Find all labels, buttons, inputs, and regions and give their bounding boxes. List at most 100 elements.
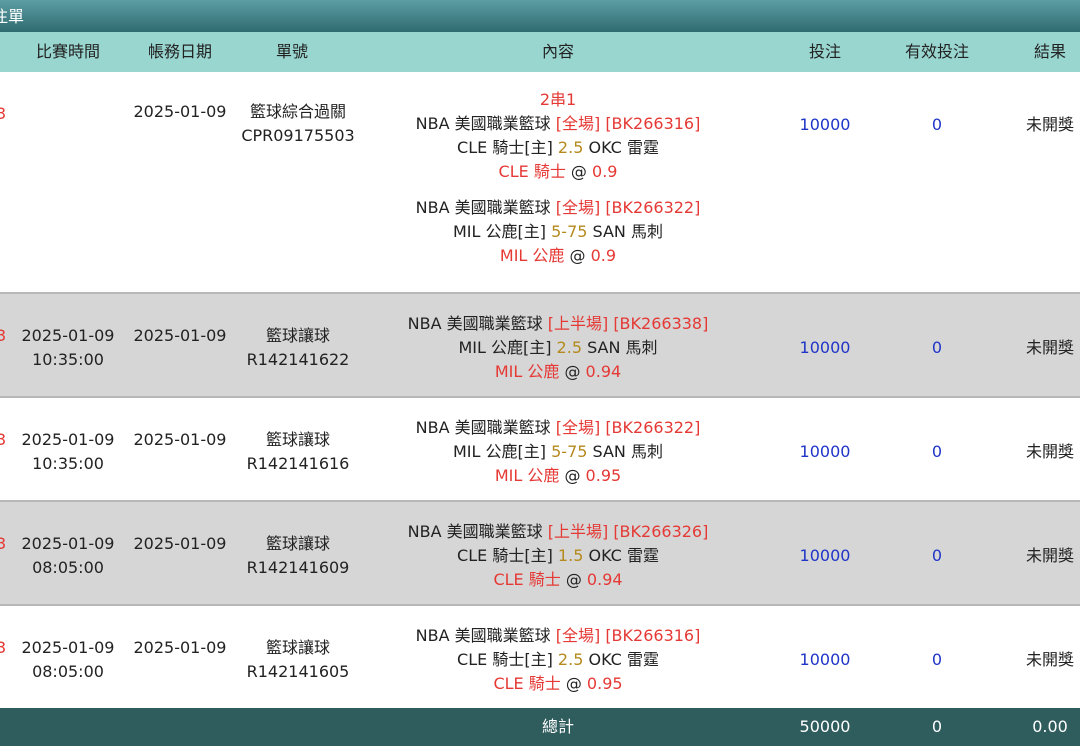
account-date: 2025-01-09: [133, 326, 227, 345]
leg-league-line: NBA 美國職業籃球 [上半場] [BK266326]: [358, 520, 758, 544]
pick: MIL 公鹿: [499, 246, 565, 265]
away-team: SAN 馬刺: [592, 222, 663, 241]
ticket-cell: 籃球讓球 R142141609: [236, 532, 360, 580]
away-team: SAN 馬刺: [592, 442, 663, 461]
odds: 0.94: [586, 570, 623, 589]
leg-teams-line: CLE 騎士[主] 1.5 OKC 雷霆: [358, 544, 758, 568]
event-code: [BK266316]: [605, 626, 701, 645]
at-sign: @: [565, 674, 582, 693]
period: [全場]: [555, 418, 601, 437]
pick: MIL 公鹿: [494, 466, 560, 485]
ticket-number[interactable]: R142141622: [236, 348, 360, 372]
account-date-cell: 2025-01-09: [128, 428, 232, 452]
parlay-label: 2串1: [539, 90, 577, 109]
table-header: 比賽時間 帳務日期 單號 內容 投注 有效投注 結果: [0, 32, 1080, 72]
match-time: 08:05:00: [32, 558, 104, 577]
leg-pick-line: MIL 公鹿 @ 0.9: [358, 244, 758, 268]
period: [全場]: [555, 626, 601, 645]
at-sign: @: [565, 570, 582, 589]
account-date: 2025-01-09: [133, 534, 227, 553]
leg-teams-line: MIL 公鹿[主] 2.5 SAN 馬刺: [358, 336, 758, 360]
valid-stake-value: 0: [931, 650, 943, 669]
event-code: [BK266322]: [605, 418, 701, 437]
row-stub: 3: [0, 638, 7, 657]
league: NBA 美國職業籃球: [415, 114, 551, 133]
period: [全場]: [555, 114, 601, 133]
match-date: 2025-01-09: [21, 326, 115, 345]
away-team: OKC 雷霆: [588, 650, 659, 669]
away-team: SAN 馬刺: [587, 338, 658, 357]
league: NBA 美國職業籃球: [407, 314, 543, 333]
period: [上半場]: [547, 522, 609, 541]
handicap-line: 2.5: [557, 650, 584, 669]
at-sign: @: [569, 246, 586, 265]
ticket-number[interactable]: CPR09175503: [236, 124, 360, 148]
away-team: OKC 雷霆: [588, 546, 659, 565]
pick: CLE 騎士: [493, 570, 561, 589]
match-time-cell: 2025-01-09 08:05:00: [18, 636, 118, 684]
league: NBA 美國職業籃球: [415, 198, 551, 217]
ticket-number[interactable]: R142141609: [236, 556, 360, 580]
total-row: 總計 50000 0 0.00: [0, 708, 1080, 746]
result-value: 未開獎: [1025, 546, 1074, 565]
home-team: CLE 騎士[主]: [457, 650, 553, 669]
col-result: 結果: [1033, 42, 1066, 61]
match-date: 2025-01-09: [21, 430, 115, 449]
table-row[interactable]: 3 2025-01-09 10:35:00 2025-01-09 籃球讓球 R1…: [0, 294, 1080, 398]
match-time-cell: 2025-01-09 10:35:00: [18, 324, 118, 372]
valid-stake-value: 0: [931, 546, 943, 565]
result-value: 未開獎: [1025, 115, 1074, 134]
account-date-cell: 2025-01-09: [128, 532, 232, 556]
ticket-cell: 籃球讓球 R142141605: [236, 636, 360, 684]
bet-type: 籃球讓球: [265, 430, 330, 449]
total-result: 0.00: [1032, 717, 1068, 736]
table-row[interactable]: 3 2025-01-09 籃球綜合過關 CPR09175503 2串1 NBA …: [0, 72, 1080, 294]
handicap-line: 5-75: [551, 222, 588, 241]
at-sign: @: [564, 466, 581, 485]
match-time: 10:35:00: [32, 350, 104, 369]
table-row[interactable]: 3 2025-01-09 08:05:00 2025-01-09 籃球讓球 R1…: [0, 606, 1080, 708]
account-date: 2025-01-09: [133, 638, 227, 657]
stake-value: 10000: [799, 442, 851, 461]
row-stub: 3: [0, 534, 7, 553]
at-sign: @: [570, 162, 587, 181]
ticket-number[interactable]: R142141605: [236, 660, 360, 684]
bet-type: 籃球綜合過關: [249, 102, 346, 121]
valid-stake-value: 0: [931, 115, 943, 134]
leg-league-line: NBA 美國職業籃球 [全場] [BK266322]: [358, 196, 758, 220]
home-team: CLE 騎士[主]: [457, 138, 553, 157]
handicap-line: 2.5: [556, 338, 582, 357]
col-ticket: 單號: [275, 42, 308, 61]
home-team: MIL 公鹿[主]: [453, 222, 547, 241]
row-stub: 3: [0, 104, 7, 123]
content-cell: NBA 美國職業籃球 [上半場] [BK266326] CLE 騎士[主] 1.…: [358, 520, 758, 592]
match-time: 10:35:00: [32, 454, 104, 473]
leg-teams-line: CLE 騎士[主] 2.5 OKC 雷霆: [358, 136, 758, 160]
leg-teams-line: MIL 公鹿[主] 5-75 SAN 馬刺: [358, 220, 758, 244]
event-code: [BK266322]: [605, 198, 701, 217]
result-value: 未開獎: [1025, 442, 1074, 461]
pick: CLE 騎士: [498, 162, 566, 181]
ticket-cell: 籃球讓球 R142141622: [236, 324, 360, 372]
odds: 0.95: [586, 674, 623, 693]
odds: 0.9: [590, 246, 617, 265]
league: NBA 美國職業籃球: [415, 626, 551, 645]
period: [上半場]: [547, 314, 609, 333]
stake-value: 10000: [799, 115, 851, 134]
event-code: [BK266316]: [605, 114, 701, 133]
leg-pick-line: CLE 騎士 @ 0.94: [358, 568, 758, 592]
result-value: 未開獎: [1025, 650, 1074, 669]
total-valid-stake: 0: [931, 717, 943, 736]
stake-value: 10000: [799, 338, 851, 357]
total-stake: 50000: [799, 717, 851, 736]
table-row[interactable]: 3 2025-01-09 08:05:00 2025-01-09 籃球讓球 R1…: [0, 502, 1080, 606]
panel-title-bar: 注單: [0, 0, 1080, 32]
bet-type: 籃球讓球: [265, 326, 330, 345]
ticket-cell: 籃球讓球 R142141616: [236, 428, 360, 476]
match-time: 08:05:00: [32, 662, 104, 681]
table-row[interactable]: 3 2025-01-09 10:35:00 2025-01-09 籃球讓球 R1…: [0, 398, 1080, 502]
at-sign: @: [564, 362, 581, 381]
ticket-number[interactable]: R142141616: [236, 452, 360, 476]
ticket-cell: 籃球綜合過關 CPR09175503: [236, 100, 360, 148]
total-label: 總計: [541, 717, 574, 736]
